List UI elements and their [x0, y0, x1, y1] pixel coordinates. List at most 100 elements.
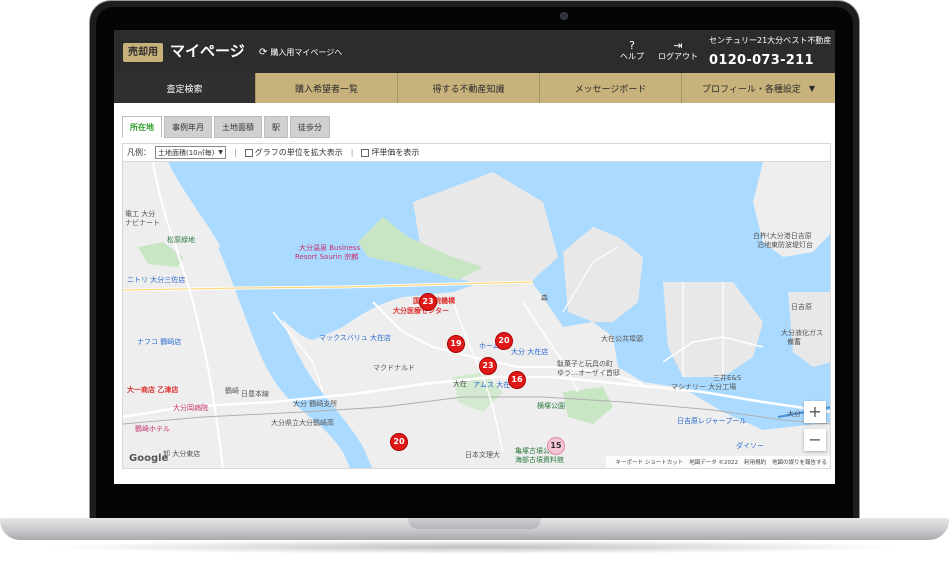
logout-label: ログアウト	[658, 52, 698, 61]
checkbox-label: グラフの単位を拡大表示	[254, 148, 343, 157]
phone-number: 0120-073-211	[709, 53, 814, 68]
nav-item-label: メッセージボード	[574, 84, 647, 95]
property-cluster-marker[interactable]: 23	[479, 357, 497, 375]
map-label: 森	[541, 294, 548, 302]
mode-badge: 売却用	[123, 43, 163, 62]
refresh-icon: ⟳	[259, 47, 268, 58]
property-cluster-marker[interactable]: 19	[447, 335, 465, 353]
checkbox-label: 坪単価を表示	[371, 148, 420, 157]
tsubo-price-checkbox[interactable]: 坪単価を表示	[361, 147, 419, 158]
map-label: ナフコ 鶴崎店	[137, 338, 182, 346]
tab-case-date[interactable]: 事例年月	[164, 116, 212, 138]
nav-item-message-board[interactable]: メッセージボード	[540, 73, 682, 103]
map-label: マシナリー 大分工場	[671, 383, 737, 391]
map-label: マックスバリュ 大在店	[319, 334, 392, 342]
google-logo: Google	[129, 453, 169, 464]
laptop-shadow	[40, 540, 909, 554]
divider: |	[350, 148, 354, 157]
legend-row: 凡例： 土地面積(10㎡毎) ▼ | グラフの単位を拡大表示 | 坪単価を表示	[122, 143, 831, 161]
map-label: 大分 大在店	[511, 348, 549, 356]
map-label: 横塚公園	[537, 402, 565, 410]
switch-link-label: 購入用マイページへ	[270, 48, 343, 57]
main-nav: 査定検索 購入希望者一覧 得する不動産知識 メッセージボード プロフィール・各種…	[114, 73, 835, 103]
app-header: 売却用 マイページ ⟳ 購入用マイページへ ? ヘルプ ⇥ ログアウト センチュ…	[114, 30, 835, 73]
map-label: 鶴崎ホテル	[135, 425, 170, 433]
help-button[interactable]: ? ヘルプ	[620, 39, 644, 62]
map-label: 三井E&S	[713, 374, 742, 382]
map-label: 電工 大分	[125, 210, 156, 218]
keyboard-shortcuts-link[interactable]: キーボード ショートカット	[615, 458, 683, 466]
switch-to-buyer-link[interactable]: ⟳ 購入用マイページへ	[259, 47, 342, 58]
tab-land-area[interactable]: 土地面積	[214, 116, 262, 138]
logout-icon: ⇥	[673, 39, 683, 52]
map-label: 大分液化ガス	[781, 329, 823, 337]
map-label: 日豊本線	[241, 390, 269, 398]
map-label: ゆう…オーザイ首邸	[557, 369, 620, 377]
map-label: アムス 大在	[473, 381, 511, 389]
property-cluster-marker[interactable]: 20	[495, 332, 513, 350]
checkbox-icon	[244, 148, 253, 157]
map-label: 日本文理大	[465, 451, 500, 459]
logout-button[interactable]: ⇥ ログアウト	[658, 39, 698, 62]
property-cluster-marker[interactable]: 15	[547, 437, 565, 455]
map-label: 大在	[453, 380, 467, 388]
map-label: Resort Sourin 宗麟	[295, 253, 359, 261]
map-label: ナビナート	[125, 219, 160, 227]
nav-item-label: 購入希望者一覧	[294, 84, 358, 95]
chevron-down-icon: ▼	[218, 149, 223, 156]
help-icon: ?	[629, 39, 635, 52]
nav-item-label: プロフィール・各種設定	[702, 84, 801, 95]
legend-select[interactable]: 土地面積(10㎡毎) ▼	[155, 146, 226, 159]
map-label: 日吉原	[791, 303, 812, 311]
map-label: 海部古墳資料館	[515, 456, 564, 464]
tab-walk-minutes[interactable]: 徒歩分	[290, 116, 330, 138]
zoom-in-button[interactable]: +	[804, 401, 826, 423]
map-label: 松原緑地	[167, 236, 195, 244]
map-label: 備蓄	[787, 338, 801, 346]
nav-item-label: 得する不動産知識	[432, 84, 505, 95]
map-data-text: 地図データ ©2022	[689, 460, 738, 466]
legend-select-value: 土地面積(10㎡毎)	[158, 148, 215, 157]
map-label: 大分温泉 Business	[299, 244, 361, 252]
map-view[interactable]: 電工 大分 ナビナート 松原緑地 ニトリ 大分三佐店 ナフコ 鶴崎店 大分温泉 …	[122, 161, 831, 469]
checkbox-icon	[361, 148, 370, 157]
map-label: 大分岡病院	[173, 404, 208, 412]
map-label: 泊地東防波堤灯台	[757, 241, 813, 249]
map-label: 日吉原レジャープール	[677, 417, 747, 425]
map-label: ニトリ 大分三佐店	[127, 276, 186, 284]
page-title: マイページ	[170, 42, 245, 60]
map-attribution: キーボード ショートカット 地図データ ©2022 利用規約 地図の誤りを報告す…	[606, 456, 830, 468]
nav-item-buyer-list[interactable]: 購入希望者一覧	[256, 73, 398, 103]
zoom-out-button[interactable]: −	[804, 429, 826, 451]
property-cluster-marker[interactable]: 16	[508, 371, 526, 389]
nav-item-valuation-search[interactable]: 査定検索	[114, 73, 256, 103]
tab-location[interactable]: 所在地	[122, 116, 162, 138]
nav-item-profile-settings[interactable]: プロフィール・各種設定 ▼	[682, 73, 835, 103]
legend-label: 凡例：	[127, 148, 151, 157]
map-label: 大在公共埠頭	[601, 335, 643, 343]
enlarge-graph-checkbox[interactable]: グラフの単位を拡大表示	[244, 147, 343, 158]
divider: |	[234, 148, 237, 157]
terms-link[interactable]: 利用規約	[744, 458, 766, 466]
filter-tabs: 所在地 事例年月 土地面積 駅 徒歩分	[122, 116, 332, 138]
help-label: ヘルプ	[620, 52, 644, 61]
report-error-link[interactable]: 地図の誤りを報告する	[772, 458, 827, 466]
nav-item-label: 査定検索	[166, 84, 203, 95]
laptop-notch	[408, 518, 541, 529]
tab-station[interactable]: 駅	[264, 116, 288, 138]
company-name: センチュリー21大分ベスト不動産	[709, 36, 832, 45]
property-cluster-marker[interactable]: 23	[419, 293, 437, 311]
map-label: 鶴崎	[225, 387, 239, 395]
map-label: ダイソー	[736, 442, 764, 450]
map-label: 白杵(大分港日吉原	[753, 232, 812, 240]
map-label: 卸 大分東店	[163, 450, 201, 458]
laptop-screen: 売却用 マイページ ⟳ 購入用マイページへ ? ヘルプ ⇥ ログアウト センチュ…	[114, 30, 835, 484]
property-cluster-marker[interactable]: 20	[390, 433, 408, 451]
map-label: マクドナルド	[373, 364, 415, 372]
map-label: 大分 鶴崎支所	[293, 400, 338, 408]
nav-item-knowledge[interactable]: 得する不動産知識	[398, 73, 540, 103]
map-label: 駄菓子と玩具の町	[557, 360, 613, 368]
map-label: 大分県立大分鶴崎高	[271, 419, 334, 427]
map-label: 大一商店 乙津店	[127, 386, 179, 394]
camera-icon	[560, 12, 568, 20]
